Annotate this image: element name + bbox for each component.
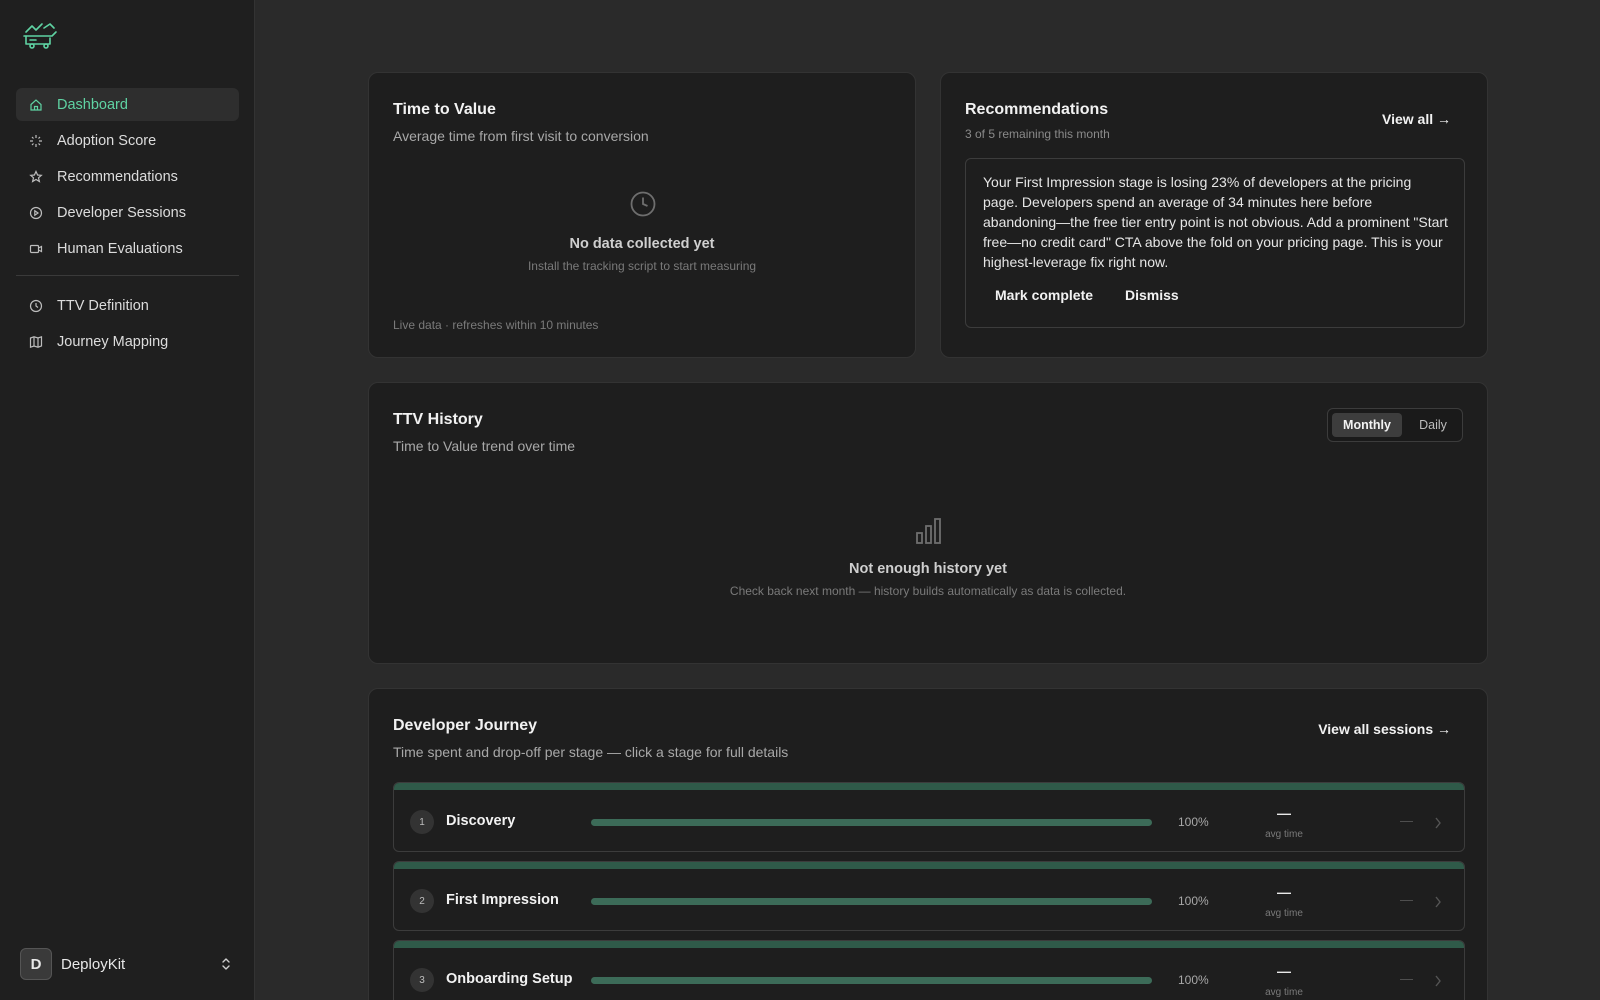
card-subtitle: Time spent and drop-off per stage — clic… xyxy=(393,744,789,760)
stage-avg-time-label: avg time xyxy=(1265,987,1303,998)
stage-percent: 100% xyxy=(1178,973,1209,987)
sidebar-item-label: Journey Mapping xyxy=(57,333,169,350)
workspace-avatar: D xyxy=(20,948,52,980)
stage-name: First Impression xyxy=(446,892,559,908)
sidebar-item-adoption-score[interactable]: Adoption Score xyxy=(16,124,239,157)
developer-journey-card: Developer Journey Time spent and drop-of… xyxy=(368,688,1488,1000)
video-icon xyxy=(29,242,43,256)
stage-avg-time-label: avg time xyxy=(1265,829,1303,840)
workspace-name: DeployKit xyxy=(61,955,126,973)
stage-avg-time: — xyxy=(1277,884,1291,900)
stage-percent: 100% xyxy=(1178,894,1209,908)
stage-dropoff: — xyxy=(1400,813,1413,828)
star-icon xyxy=(29,169,43,184)
stage-number: 3 xyxy=(410,968,434,992)
sidebar-item-label: TTV Definition xyxy=(57,297,149,314)
ttv-history-card: TTV History Time to Value trend over tim… xyxy=(368,382,1488,664)
dismiss-button[interactable]: Dismiss xyxy=(1125,287,1179,303)
stage-dropoff: — xyxy=(1400,892,1413,907)
card-title: TTV History xyxy=(393,411,483,428)
chevron-up-down-icon[interactable] xyxy=(219,956,233,972)
sidebar-nav: Dashboard Adoption Score Recommendations… xyxy=(16,88,239,361)
time-to-value-card: Time to Value Average time from first vi… xyxy=(368,72,916,358)
stage-avg-time: — xyxy=(1277,963,1291,979)
stage-progress-fill xyxy=(591,819,1152,826)
sidebar-item-label: Adoption Score xyxy=(57,132,157,149)
sidebar-item-label: Recommendations xyxy=(57,168,178,185)
stage-dropoff: — xyxy=(1400,971,1413,986)
clock-icon xyxy=(29,299,43,313)
sidebar-item-recommendations[interactable]: Recommendations xyxy=(16,160,239,193)
stage-percent: 100% xyxy=(1178,815,1209,829)
stage-accent-bar xyxy=(394,783,1464,790)
chevron-right-icon xyxy=(1434,816,1442,829)
sidebar: Dashboard Adoption Score Recommendations… xyxy=(0,0,255,1000)
remaining-count: 3 of 5 remaining this month xyxy=(965,127,1110,141)
stage-progress-track xyxy=(591,898,1152,905)
stage-accent-bar xyxy=(394,862,1464,869)
sidebar-item-label: Developer Sessions xyxy=(57,204,186,221)
card-subtitle: Average time from first visit to convers… xyxy=(393,128,649,144)
chevron-right-icon xyxy=(1434,974,1442,987)
sidebar-item-dashboard[interactable]: Dashboard xyxy=(16,88,239,121)
sidebar-item-human-evaluations[interactable]: Human Evaluations xyxy=(16,232,239,265)
home-icon xyxy=(29,98,43,112)
view-all-recommendations-link[interactable]: View all → xyxy=(1382,111,1451,127)
bar-chart-icon xyxy=(915,517,943,550)
empty-state-description: Check back next month — history builds a… xyxy=(729,584,1127,598)
map-icon xyxy=(29,335,43,349)
stage-avg-time: — xyxy=(1277,805,1291,821)
stage-number: 2 xyxy=(410,889,434,913)
stage-accent-bar xyxy=(394,941,1464,948)
empty-state-description: Install the tracking script to start mea… xyxy=(527,259,757,273)
empty-state-title: Not enough history yet xyxy=(849,561,1007,577)
chevron-right-icon xyxy=(1434,895,1442,908)
stage-progress-track xyxy=(591,977,1152,984)
sidebar-item-label: Human Evaluations xyxy=(57,240,183,257)
stage-progress-fill xyxy=(591,977,1152,984)
stage-number: 1 xyxy=(410,810,434,834)
card-title: Time to Value xyxy=(393,101,496,118)
toggle-monthly[interactable]: Monthly xyxy=(1332,413,1402,437)
journey-stage-row[interactable]: 2 First Impression 100% — avg time — xyxy=(393,861,1465,931)
live-data-note: Live data · refreshes within 10 minutes xyxy=(393,318,599,332)
card-title: Recommendations xyxy=(965,101,1109,118)
stage-progress-track xyxy=(591,819,1152,826)
toggle-daily[interactable]: Daily xyxy=(1406,413,1460,437)
sidebar-item-ttv-definition[interactable]: TTV Definition xyxy=(16,289,239,322)
card-title: Developer Journey xyxy=(393,717,538,734)
recommendation-text: Your First Impression stage is losing 23… xyxy=(983,174,1448,270)
empty-state-title: No data collected yet xyxy=(569,236,715,252)
play-circle-icon xyxy=(29,206,43,220)
sidebar-item-journey-mapping[interactable]: Journey Mapping xyxy=(16,325,239,358)
stage-name: Discovery xyxy=(446,813,516,829)
clock-icon xyxy=(630,191,656,222)
sparkle-icon xyxy=(29,134,43,148)
workspace-switcher[interactable]: D DeployKit xyxy=(20,948,233,980)
period-toggle: Monthly Daily xyxy=(1327,408,1463,442)
stage-avg-time-label: avg time xyxy=(1265,908,1303,919)
stage-progress-fill xyxy=(591,898,1152,905)
sidebar-item-label: Dashboard xyxy=(57,96,128,113)
app-logo[interactable] xyxy=(22,20,58,50)
sidebar-item-developer-sessions[interactable]: Developer Sessions xyxy=(16,196,239,229)
journey-stage-row[interactable]: 1 Discovery 100% — avg time — xyxy=(393,782,1465,852)
sidebar-divider xyxy=(16,275,239,276)
mark-complete-button[interactable]: Mark complete xyxy=(995,287,1093,303)
view-all-sessions-link[interactable]: View all sessions → xyxy=(1318,721,1451,737)
card-subtitle: Time to Value trend over time xyxy=(393,438,576,454)
journey-stage-row[interactable]: 3 Onboarding Setup 100% — avg time — xyxy=(393,940,1465,1000)
stage-name: Onboarding Setup xyxy=(446,971,573,987)
recommendation-item: Your First Impression stage is losing 23… xyxy=(965,158,1465,328)
recommendations-card: Recommendations 3 of 5 remaining this mo… xyxy=(940,72,1488,358)
